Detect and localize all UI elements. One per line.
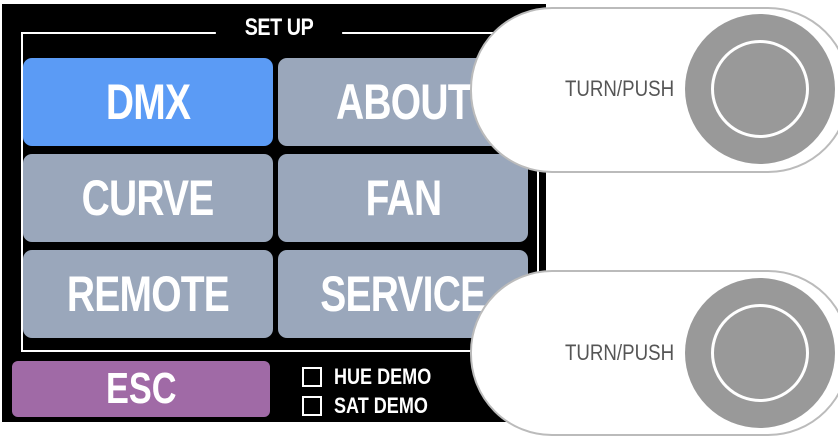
hue-demo-toggle[interactable]: HUE DEMO	[302, 364, 453, 390]
sat-demo-label: SAT DEMO	[334, 393, 428, 418]
bottom-turn-push-knob[interactable]	[685, 278, 835, 428]
curve-button[interactable]: CURVE	[23, 154, 273, 242]
service-button-label: SERVICE	[320, 266, 486, 322]
dmx-button-label: DMX	[105, 74, 191, 130]
fan-button-label: FAN	[365, 170, 441, 226]
esc-button[interactable]: ESC	[12, 361, 270, 417]
sat-demo-checkbox[interactable]	[302, 396, 322, 416]
fan-button[interactable]: FAN	[278, 154, 528, 242]
remote-button[interactable]: REMOTE	[23, 250, 273, 338]
setup-screen: SET UP DMX ABOUT CURVE FAN REMOTE SERVIC…	[2, 4, 546, 422]
bottom-knob-label: TURN/PUSH	[565, 340, 675, 365]
curve-button-label: CURVE	[82, 170, 215, 226]
sat-demo-toggle[interactable]: SAT DEMO	[302, 393, 448, 419]
top-knob-label: TURN/PUSH	[565, 76, 675, 101]
page-title: SET UP	[215, 10, 343, 46]
bottom-knob-center[interactable]	[711, 304, 809, 402]
top-turn-push-knob[interactable]	[685, 14, 835, 164]
esc-button-label: ESC	[105, 364, 177, 413]
hue-demo-label: HUE DEMO	[334, 364, 432, 389]
hue-demo-checkbox[interactable]	[302, 367, 322, 387]
top-knob-center[interactable]	[711, 40, 809, 138]
remote-button-label: REMOTE	[66, 266, 230, 322]
about-button-label: ABOUT	[335, 74, 472, 130]
dmx-button[interactable]: DMX	[23, 58, 273, 146]
